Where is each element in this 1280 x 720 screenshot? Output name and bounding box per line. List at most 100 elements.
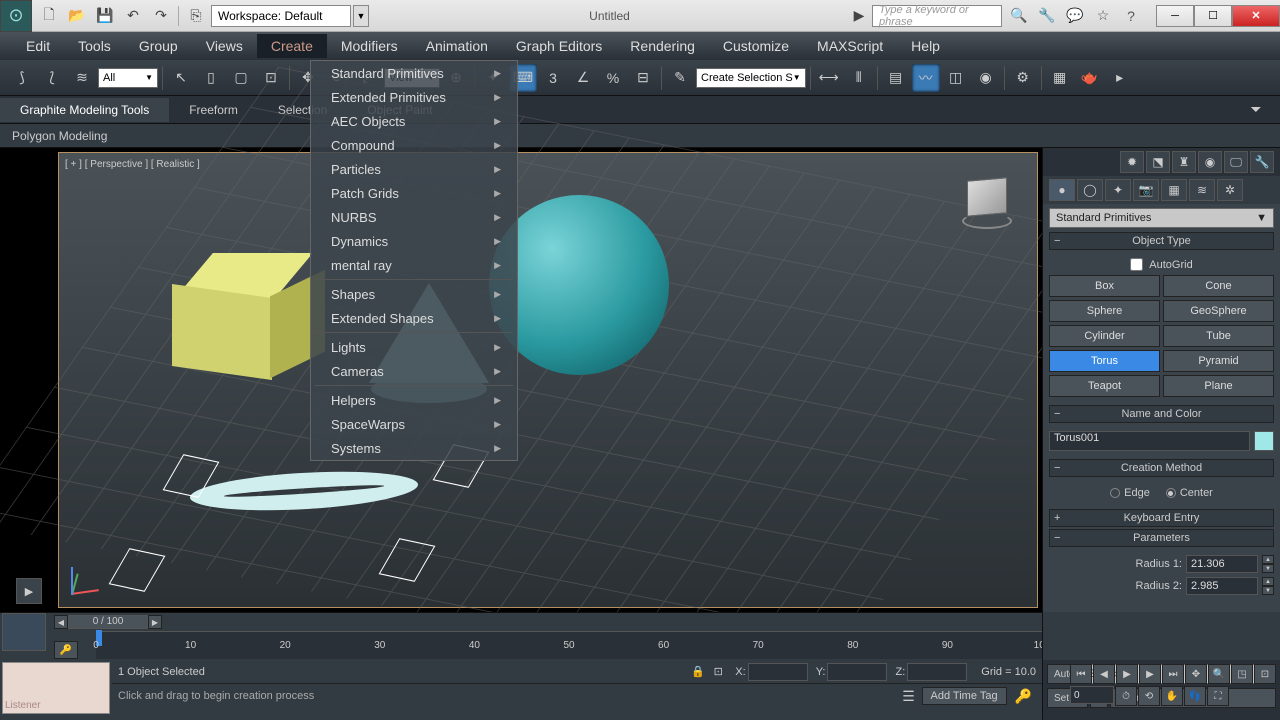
- workspace-selector[interactable]: Workspace: Default: [211, 5, 351, 27]
- radius2-up[interactable]: ▲: [1262, 577, 1274, 586]
- menu-rendering[interactable]: Rendering: [616, 34, 709, 58]
- menu-grapheditors[interactable]: Graph Editors: [502, 34, 616, 58]
- object-name-input[interactable]: Torus001: [1049, 431, 1250, 451]
- wrench-icon[interactable]: 🔧: [1034, 4, 1060, 28]
- btn-teapot[interactable]: Teapot: [1049, 375, 1160, 397]
- radius1-input[interactable]: 21.306: [1186, 555, 1258, 573]
- angle-snap-icon[interactable]: ∠: [569, 64, 597, 92]
- cameras-subtab-icon[interactable]: 📷: [1133, 179, 1159, 201]
- select-link-icon[interactable]: ⟆: [8, 64, 36, 92]
- dd-aec-objects[interactable]: AEC Objects▶: [311, 109, 517, 133]
- play-icon[interactable]: ▶: [1116, 664, 1138, 684]
- named-sel-edit-icon[interactable]: ✎: [666, 64, 694, 92]
- lock-icon[interactable]: 🔒: [689, 663, 707, 681]
- trackbar-thumb[interactable]: [2, 613, 46, 651]
- new-icon[interactable]: 🗋: [36, 4, 62, 28]
- nav-fov-icon[interactable]: ◳: [1231, 664, 1253, 684]
- perspective-viewport[interactable]: [ + ] [ Perspective ] [ Realistic ]: [58, 152, 1038, 608]
- redo-icon[interactable]: ↷: [148, 4, 174, 28]
- display-tab-icon[interactable]: 🖵: [1224, 151, 1248, 173]
- utilities-tab-icon[interactable]: 🔧: [1250, 151, 1274, 173]
- search-arrow-icon[interactable]: ▶: [846, 4, 872, 28]
- radio-center[interactable]: Center: [1166, 487, 1213, 499]
- curve-editor-icon[interactable]: 〰: [912, 64, 940, 92]
- nav-zoom-icon[interactable]: 🔍: [1208, 664, 1230, 684]
- viewport-label[interactable]: [ + ] [ Perspective ] [ Realistic ]: [65, 159, 200, 170]
- save-icon[interactable]: 💾: [92, 4, 118, 28]
- nav-pan2-icon[interactable]: ✋: [1161, 686, 1183, 706]
- systems-subtab-icon[interactable]: ✲: [1217, 179, 1243, 201]
- nav-orbit-icon[interactable]: ⟲: [1138, 686, 1160, 706]
- comm-center-icon[interactable]: ☰: [900, 687, 918, 705]
- dd-compound[interactable]: Compound▶: [311, 133, 517, 157]
- menu-tools[interactable]: Tools: [64, 34, 125, 58]
- menu-animation[interactable]: Animation: [412, 34, 502, 58]
- time-config-icon[interactable]: ⏱: [1115, 686, 1137, 706]
- dd-lights[interactable]: Lights▶: [311, 335, 517, 359]
- dd-spacewarps[interactable]: SpaceWarps▶: [311, 412, 517, 436]
- radius1-down[interactable]: ▼: [1262, 564, 1274, 573]
- btn-sphere[interactable]: Sphere: [1049, 300, 1160, 322]
- radius2-down[interactable]: ▼: [1262, 586, 1274, 595]
- menu-edit[interactable]: Edit: [12, 34, 64, 58]
- lights-subtab-icon[interactable]: ✦: [1105, 179, 1131, 201]
- menu-modifiers[interactable]: Modifiers: [327, 34, 412, 58]
- rollout-parameters[interactable]: −Parameters: [1049, 529, 1274, 547]
- menu-help[interactable]: Help: [897, 34, 954, 58]
- time-next-button[interactable]: ▶: [148, 615, 162, 629]
- btn-cone[interactable]: Cone: [1163, 275, 1274, 297]
- star-icon[interactable]: ☆: [1090, 4, 1116, 28]
- dd-systems[interactable]: Systems▶: [311, 436, 517, 460]
- ribbon-toggle-icon[interactable]: ⏷: [1242, 96, 1270, 124]
- modify-tab-icon[interactable]: ⬔: [1146, 151, 1170, 173]
- helpers-subtab-icon[interactable]: ▦: [1161, 179, 1187, 201]
- btn-cylinder[interactable]: Cylinder: [1049, 325, 1160, 347]
- shapes-subtab-icon[interactable]: ◯: [1077, 179, 1103, 201]
- radius2-input[interactable]: 2.985: [1186, 577, 1258, 595]
- isolate-icon[interactable]: ⊡: [709, 663, 727, 681]
- menu-group[interactable]: Group: [125, 34, 192, 58]
- snap-toggle-icon[interactable]: 3: [539, 64, 567, 92]
- time-slider[interactable]: 0 / 100: [68, 615, 148, 629]
- workspace-arrow-icon[interactable]: ▼: [353, 5, 369, 27]
- maximize-button[interactable]: ☐: [1194, 5, 1232, 27]
- select-icon[interactable]: ↖: [167, 64, 195, 92]
- link-icon[interactable]: ⎘: [183, 4, 209, 28]
- dd-nurbs[interactable]: NURBS▶: [311, 205, 517, 229]
- render-prod-icon[interactable]: ▸: [1106, 64, 1134, 92]
- spinner-snap-icon[interactable]: ⊟: [629, 64, 657, 92]
- btn-tube[interactable]: Tube: [1163, 325, 1274, 347]
- btn-torus[interactable]: Torus: [1049, 350, 1160, 372]
- help-icon[interactable]: ?: [1118, 4, 1144, 28]
- unlink-icon[interactable]: ⟅: [38, 64, 66, 92]
- dd-standard-primitives[interactable]: Standard Primitives▶: [311, 61, 517, 85]
- undo-icon[interactable]: ↶: [120, 4, 146, 28]
- mirror-icon[interactable]: ⟷: [815, 64, 843, 92]
- help-search-input[interactable]: Type a keyword or phrase: [872, 5, 1002, 27]
- current-frame-input[interactable]: 0: [1070, 686, 1114, 704]
- minimize-button[interactable]: ─: [1156, 5, 1194, 27]
- rollout-keyboard-entry[interactable]: +Keyboard Entry: [1049, 509, 1274, 527]
- next-frame-icon[interactable]: ▶: [1139, 664, 1161, 684]
- dd-extended-primitives[interactable]: Extended Primitives▶: [311, 85, 517, 109]
- material-icon[interactable]: ◉: [972, 64, 1000, 92]
- dd-shapes[interactable]: Shapes▶: [311, 282, 517, 306]
- radius1-up[interactable]: ▲: [1262, 555, 1274, 564]
- dd-helpers[interactable]: Helpers▶: [311, 388, 517, 412]
- rollout-object-type[interactable]: −Object Type: [1049, 232, 1274, 250]
- trackbar-expand-button[interactable]: ▶: [16, 578, 42, 604]
- time-tag-button[interactable]: Add Time Tag: [922, 687, 1007, 705]
- align-icon[interactable]: ⫴: [845, 64, 873, 92]
- geometry-subtab-icon[interactable]: ●: [1049, 179, 1075, 201]
- render-icon[interactable]: 🫖: [1076, 64, 1104, 92]
- percent-snap-icon[interactable]: %: [599, 64, 627, 92]
- goto-end-icon[interactable]: ⏭: [1162, 664, 1184, 684]
- menu-customize[interactable]: Customize: [709, 34, 803, 58]
- nav-pan-icon[interactable]: ✥: [1185, 664, 1207, 684]
- render-frame-icon[interactable]: ▦: [1046, 64, 1074, 92]
- bind-icon[interactable]: ≋: [68, 64, 96, 92]
- menu-views[interactable]: Views: [192, 34, 257, 58]
- selection-filter[interactable]: All▼: [98, 68, 158, 88]
- ribbon-tab-graphite[interactable]: Graphite Modeling Tools: [0, 98, 169, 122]
- dd-mental-ray[interactable]: mental ray▶: [311, 253, 517, 277]
